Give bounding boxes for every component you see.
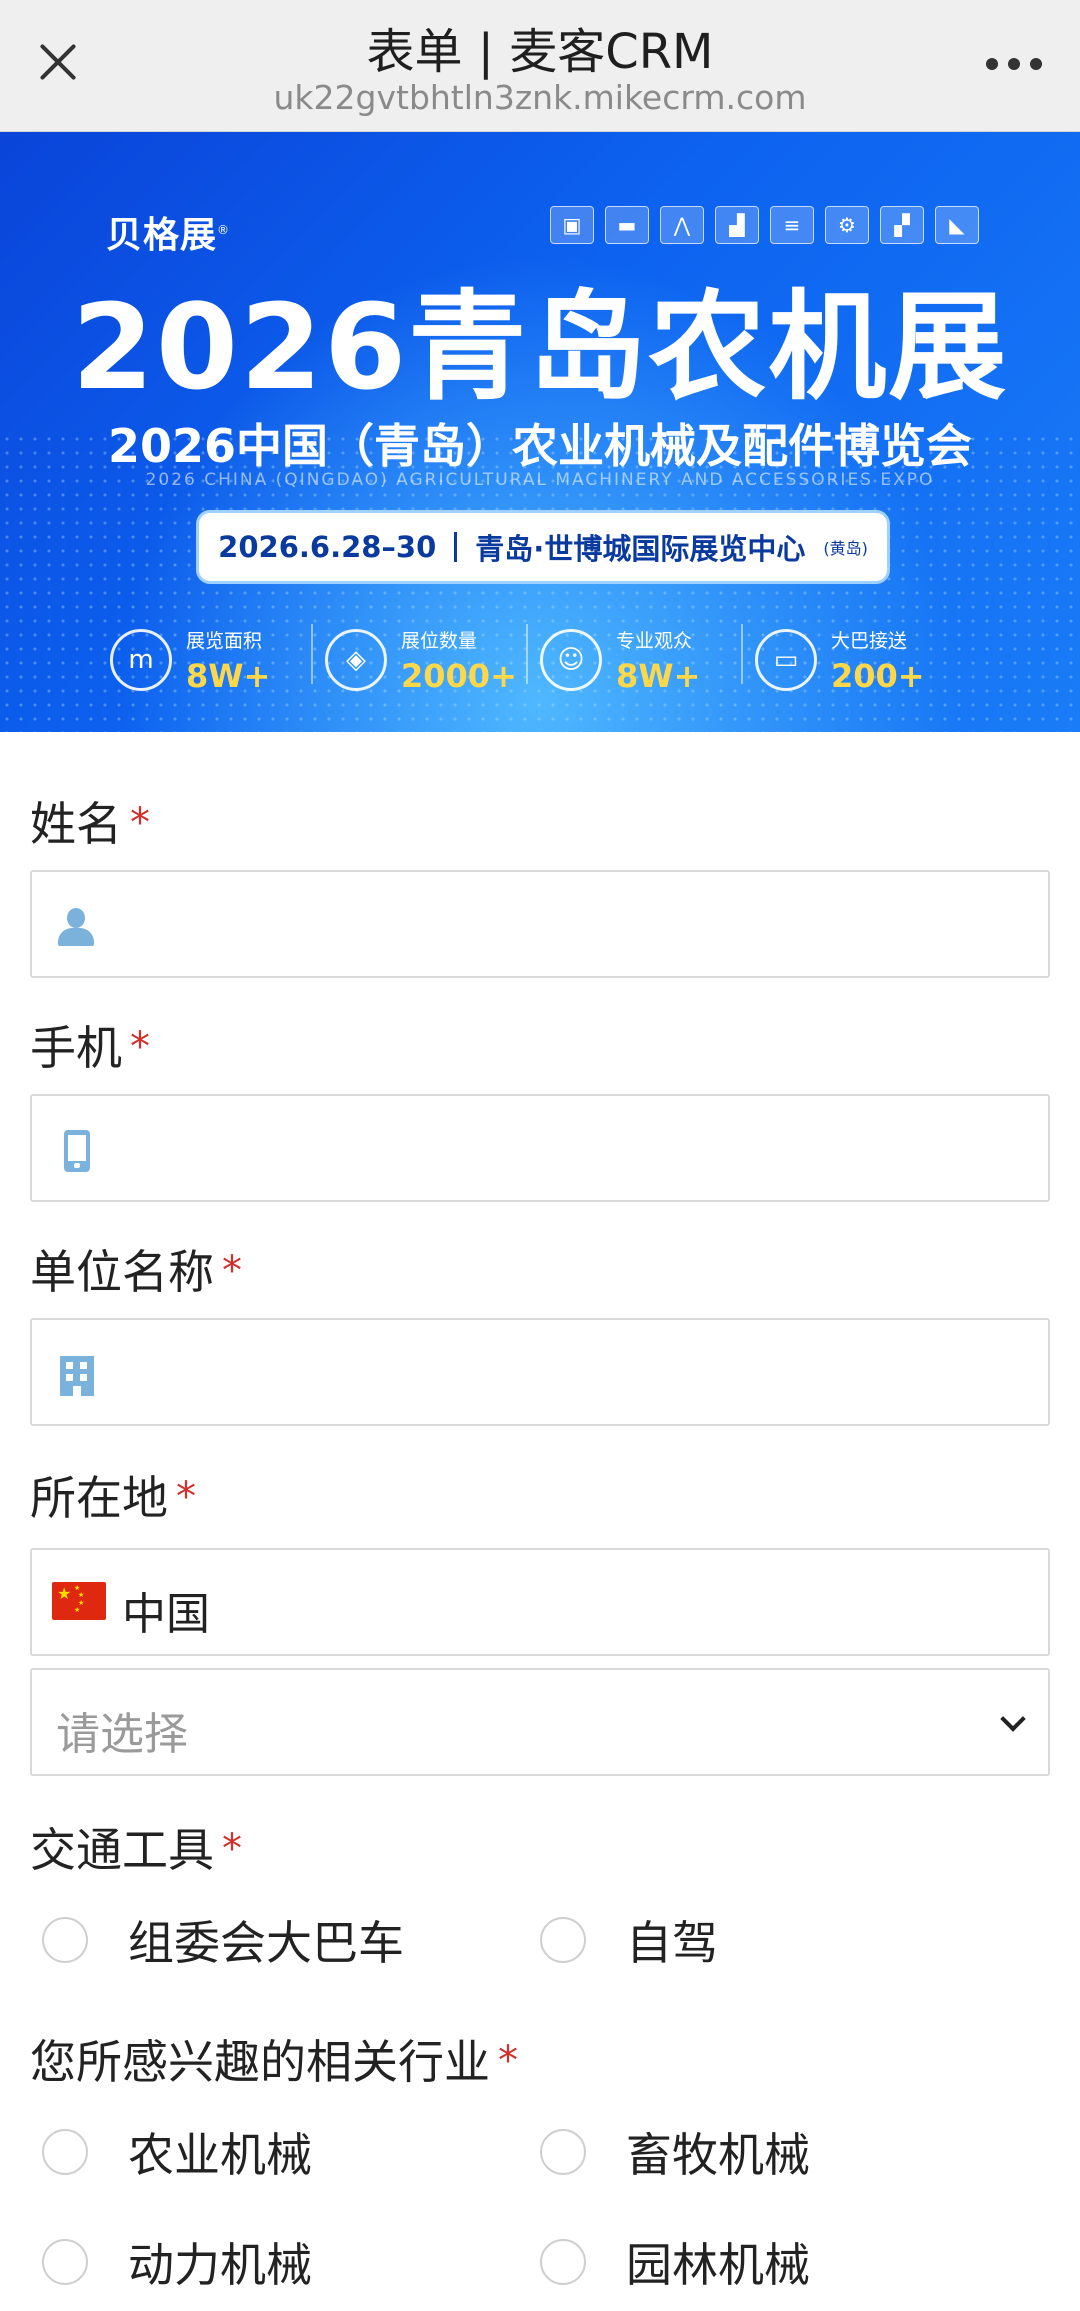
seeder-icon: ≡ xyxy=(770,206,814,244)
bus-icon: ▭ xyxy=(755,629,817,691)
date-venue-pill: 2026.6.28–30 青岛·世博城国际展览中心 (黄岛) xyxy=(196,510,890,584)
company-input[interactable] xyxy=(30,1318,1050,1426)
machine-icon-strip: ▣ ▬ ⋀ ▟ ≡ ⚙ ▞ ◣ xyxy=(550,206,979,244)
transport-option-bus[interactable]: 组委会大巴车 xyxy=(42,1900,404,1980)
china-flag-icon: ★ ★ ★ ★ ★ xyxy=(52,1582,106,1620)
people-icon: ☺ xyxy=(540,629,602,691)
tractor-icon: ▣ xyxy=(550,206,594,244)
industry-label: 您所感兴趣的相关行业 * xyxy=(30,2035,518,2089)
transport-options: 组委会大巴车 自驾 xyxy=(0,1900,1080,1980)
banner-title: 2026青岛农机展 xyxy=(71,278,1009,416)
more-options-icon[interactable] xyxy=(986,58,1042,72)
divider xyxy=(454,532,458,562)
industry-option-livestock[interactable]: 畜牧机械 xyxy=(540,2112,810,2192)
stat-value: 2000+ xyxy=(401,656,517,695)
expo-date: 2026.6.28–30 xyxy=(218,530,437,564)
radio-circle xyxy=(42,2239,88,2285)
cow-icon: ▟ xyxy=(715,206,759,244)
expo-banner: 贝格展® ▣ ▬ ⋀ ▟ ≡ ⚙ ▞ ◣ 2026青岛农机展 2026中国（青岛… xyxy=(0,132,1080,732)
page-url: uk22gvtbhtln3znk.mikecrm.com xyxy=(273,78,807,117)
venue-note: (黄岛) xyxy=(823,539,868,558)
transport-label: 交通工具 * xyxy=(30,1823,242,1877)
stat-label: 展位数量 xyxy=(401,629,478,652)
banner-subtitle: 2026中国（青岛）农业机械及配件博览会 xyxy=(107,419,973,473)
radio-circle xyxy=(540,2129,586,2175)
radio-circle xyxy=(540,2239,586,2285)
required-mark: * xyxy=(130,1024,150,1070)
region-select[interactable]: 请选择 xyxy=(30,1668,1050,1776)
stat-value: 200+ xyxy=(831,656,925,695)
phone-icon xyxy=(54,1130,98,1174)
harvester-icon: ▬ xyxy=(605,206,649,244)
page-title: 表单 | 麦客CRM xyxy=(366,24,714,80)
banner-stats: m 展览面积 8W+ ◈ 展位数量 2000+ ☺ 专业观众 8W+ ▭ 大巴接送 20… xyxy=(110,610,970,710)
stat-booths: ◈ 展位数量 2000+ xyxy=(311,610,540,710)
irrigation-icon: ⋀ xyxy=(660,206,704,244)
industry-option-agricultural[interactable]: 农业机械 xyxy=(42,2112,312,2192)
stat-label: 大巴接送 xyxy=(831,629,908,652)
stat-value: 8W+ xyxy=(616,656,701,695)
gear-icon: ⚙ xyxy=(825,206,869,244)
radio-label: 组委会大巴车 xyxy=(128,1916,404,1970)
company-label: 单位名称 * xyxy=(30,1245,242,1299)
country-select[interactable]: ★ ★ ★ ★ ★ 中国 xyxy=(30,1548,1050,1656)
radio-label: 自驾 xyxy=(626,1916,718,1970)
radio-label: 农业机械 xyxy=(128,2128,312,2182)
name-label: 姓名 * xyxy=(30,797,150,851)
person-icon xyxy=(54,906,98,950)
country-value: 中国 xyxy=(122,1589,210,1640)
location-label: 所在地 * xyxy=(30,1471,196,1525)
region-placeholder: 请选择 xyxy=(56,1709,188,1760)
stat-value: 8W+ xyxy=(186,656,271,695)
phone-label: 手机 * xyxy=(30,1021,150,1075)
radio-label: 畜牧机械 xyxy=(626,2128,810,2182)
name-input[interactable] xyxy=(30,870,1050,978)
building-icon xyxy=(54,1354,98,1398)
stat-label: 专业观众 xyxy=(616,629,693,652)
industry-options-row-2: 动力机械 园林机械 xyxy=(0,2222,1080,2302)
required-mark: * xyxy=(498,2038,518,2084)
industry-option-power[interactable]: 动力机械 xyxy=(42,2222,312,2302)
industry-options-row-1: 农业机械 畜牧机械 xyxy=(0,2112,1080,2192)
layers-icon: ◈ xyxy=(325,629,387,691)
livestock-icon: ▞ xyxy=(880,206,924,244)
radio-circle xyxy=(42,1917,88,1963)
required-mark: * xyxy=(222,1248,242,1294)
radio-label: 动力机械 xyxy=(128,2238,312,2292)
stat-bus: ▭ 大巴接送 200+ xyxy=(741,610,970,710)
stat-visitors: ☺ 专业观众 8W+ xyxy=(526,610,755,710)
chevron-down-icon xyxy=(1000,1706,1026,1732)
required-mark: * xyxy=(222,1826,242,1872)
brand-logo: 贝格展® xyxy=(106,215,231,256)
industry-option-garden[interactable]: 园林机械 xyxy=(540,2222,810,2302)
stat-area: m 展览面积 8W+ xyxy=(110,610,325,710)
mower-icon: ◣ xyxy=(935,206,979,244)
transport-option-self-drive[interactable]: 自驾 xyxy=(540,1900,718,1980)
radio-label: 园林机械 xyxy=(626,2238,810,2292)
browser-header: 表单 | 麦客CRM uk22gvtbhtln3znk.mikecrm.com xyxy=(0,0,1080,132)
radio-circle xyxy=(540,1917,586,1963)
expo-venue: 青岛·世博城国际展览中心 xyxy=(475,532,806,566)
banner-english-subtitle: 2026 CHINA (QINGDAO) AGRICULTURAL MACHIN… xyxy=(145,470,935,490)
radio-circle xyxy=(42,2129,88,2175)
required-mark: * xyxy=(130,800,150,846)
area-icon: m xyxy=(110,629,172,691)
phone-input[interactable] xyxy=(30,1094,1050,1202)
required-mark: * xyxy=(176,1474,196,1520)
stat-label: 展览面积 xyxy=(186,629,263,652)
